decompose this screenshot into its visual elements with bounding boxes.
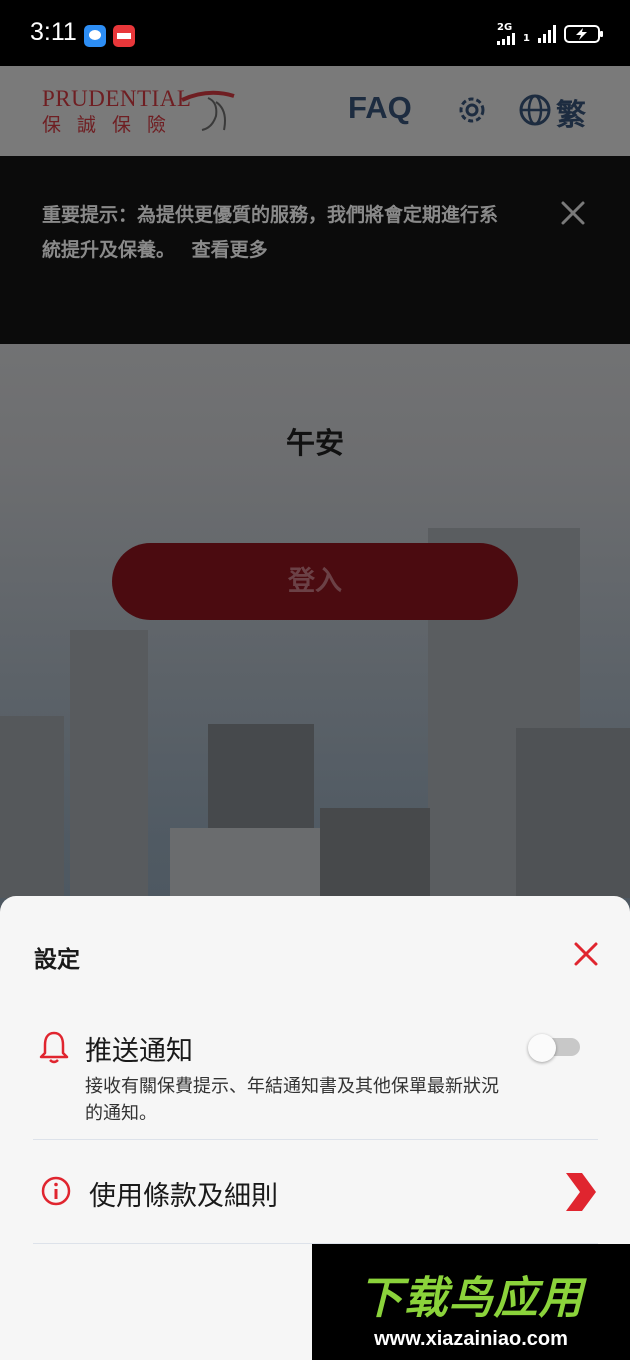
- push-notification-title: 推送通知: [85, 1036, 193, 1067]
- push-notification-toggle[interactable]: [528, 1034, 580, 1062]
- building: [0, 716, 64, 898]
- building: [516, 728, 630, 898]
- notice-more-link[interactable]: 查看更多: [192, 239, 268, 261]
- settings-title: 設定: [34, 947, 80, 973]
- message-app-icon: [84, 25, 106, 47]
- building: [170, 828, 320, 898]
- watermark-url: www.xiazainiao.com: [374, 1328, 568, 1350]
- app-header: PRUDENTIAL 保誠保險 FAQ 繁: [0, 66, 630, 156]
- bell-icon: [39, 1031, 69, 1064]
- status-indicators: 2G 1: [497, 20, 603, 48]
- divider: [33, 1139, 598, 1140]
- watermark-title: 下载鸟应用: [358, 1273, 584, 1324]
- globe-icon[interactable]: [518, 93, 552, 127]
- notice-message: 重要提示：為提供更優質的服務，我們將會定期進行系統提升及保養。: [42, 204, 499, 261]
- close-icon[interactable]: [573, 941, 599, 967]
- network-type-label: 2G: [497, 22, 513, 33]
- prudential-logo: PRUDENTIAL: [42, 86, 192, 111]
- status-bar: 3:11 2G 1: [0, 0, 630, 66]
- status-time: 3:11: [30, 18, 77, 46]
- chevron-right-icon[interactable]: [562, 1171, 598, 1213]
- signal-icon: [497, 33, 516, 45]
- greeting-text: 午安: [285, 426, 344, 460]
- gear-icon[interactable]: [455, 93, 489, 127]
- prudential-logo-chinese: 保誠保險: [42, 114, 183, 136]
- language-toggle[interactable]: 繁: [556, 90, 586, 134]
- faq-link[interactable]: FAQ: [348, 90, 412, 126]
- prudential-lady-logo-icon: [181, 90, 235, 131]
- notice-text: 重要提示：為提供更優質的服務，我們將會定期進行系統提升及保養。 查看更多: [42, 198, 512, 268]
- battery-charging-icon: [564, 25, 603, 43]
- signal-icon: [538, 25, 556, 43]
- push-notification-description: 接收有關保費提示、年結通知書及其他保單最新狀況的通知。: [85, 1076, 499, 1124]
- building: [70, 630, 148, 898]
- watermark-badge: 下载鸟应用 www.xiazainiao.com: [312, 1244, 630, 1360]
- terms-and-conditions-link[interactable]: 使用條款及細則: [89, 1174, 278, 1213]
- toutiao-app-icon: [113, 25, 135, 47]
- building: [320, 808, 430, 898]
- login-button[interactable]: 登入: [112, 543, 518, 620]
- close-icon[interactable]: [560, 200, 586, 226]
- info-icon: [41, 1176, 71, 1206]
- sim2-label: 1: [523, 33, 530, 44]
- toggle-knob: [528, 1034, 556, 1062]
- notice-banner: 重要提示：為提供更優質的服務，我們將會定期進行系統提升及保養。 查看更多: [0, 156, 630, 344]
